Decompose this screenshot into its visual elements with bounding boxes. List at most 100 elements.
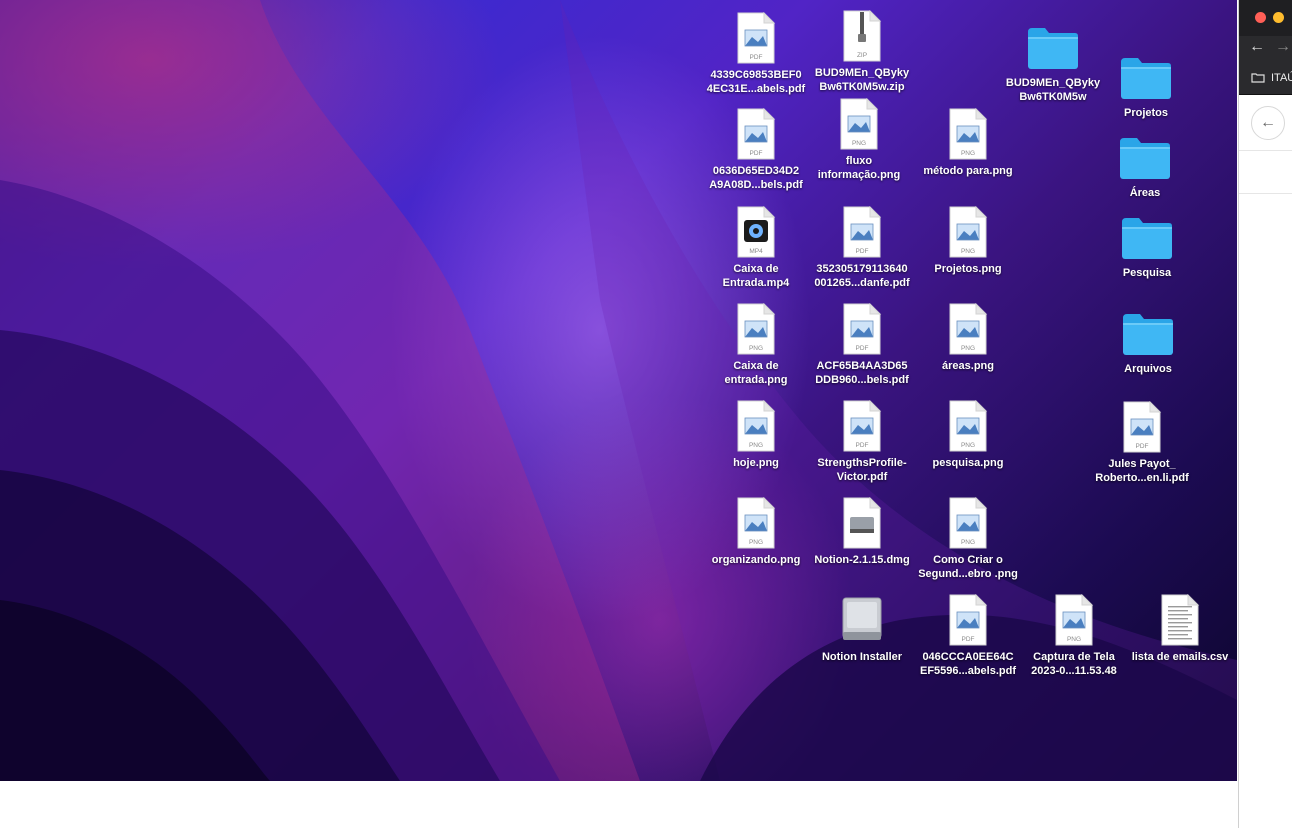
desktop-item-label: Áreas (1129, 187, 1161, 199)
back-arrow-icon: ← (1260, 114, 1276, 131)
svg-text:ZIP: ZIP (857, 52, 867, 59)
svg-text:PNG: PNG (961, 442, 975, 449)
folder-icon (1117, 126, 1173, 182)
desktop-file[interactable]: PDF 0636D65ED34D2 A9A08D...bels.pdf (704, 104, 808, 192)
desktop-item-label: organizando.png (711, 554, 801, 566)
desktop-file[interactable]: PDF 352305179113640 001265...danfe.pdf (810, 202, 914, 290)
desktop-file[interactable]: PNG hoje.png (704, 396, 808, 470)
dmg-file-icon (842, 493, 882, 549)
desktop-file[interactable]: Notion Installer (810, 590, 914, 664)
browser-titlebar (1239, 0, 1292, 36)
csv-file-icon (1160, 590, 1200, 646)
desktop-folder[interactable]: Arquivos (1096, 302, 1200, 376)
desktop-item-label: BUD9MEn_QByky Bw6TK0M5w (1005, 77, 1101, 103)
svg-text:PDF: PDF (750, 54, 763, 61)
folder-icon (1118, 46, 1174, 102)
desktop-folder[interactable]: Projetos (1094, 46, 1198, 120)
png-file-icon: PNG (948, 396, 988, 452)
desktop-item-label: BUD9MEn_QByky Bw6TK0M5w.zip (814, 67, 910, 93)
desktop-folder[interactable]: Áreas (1093, 126, 1197, 200)
desktop-item-label: Projetos.png (934, 263, 1002, 275)
desktop-file[interactable]: PNG Como Criar o Segund...ebro .png (916, 493, 1020, 581)
close-window-button[interactable] (1255, 12, 1266, 23)
desktop-item-label: 0636D65ED34D2 A9A08D...bels.pdf (709, 165, 803, 191)
pdf-file-icon: PDF (1122, 397, 1162, 453)
desktop-item-label: 352305179113640 001265...danfe.pdf (814, 263, 910, 289)
png-file-icon: PNG (948, 104, 988, 160)
svg-text:PDF: PDF (1136, 443, 1149, 450)
desktop-item-label: 046CCCA0EE64C EF5596...abels.pdf (920, 651, 1016, 677)
desktop-file[interactable]: PNG fluxo informação.png (807, 94, 911, 182)
png-file-icon: PNG (736, 493, 776, 549)
svg-text:MP4: MP4 (749, 248, 763, 255)
pdf-file-icon: PDF (736, 8, 776, 64)
svg-text:PNG: PNG (749, 539, 763, 546)
desktop-file[interactable]: PNG método para.png (916, 104, 1020, 178)
page-back-button[interactable]: ← (1251, 106, 1285, 140)
desktop-file[interactable]: PNG pesquisa.png (916, 396, 1020, 470)
zip-file-icon: ZIP (842, 6, 882, 62)
desktop-file[interactable]: PDF ACF65B4AA3D65 DDB960...bels.pdf (810, 299, 914, 387)
png-file-icon: PNG (948, 493, 988, 549)
svg-text:PNG: PNG (961, 248, 975, 255)
svg-text:PNG: PNG (961, 150, 975, 157)
disk-drive-icon (835, 590, 889, 646)
folder-icon (1025, 16, 1081, 72)
desktop-item-label: Notion-2.1.15.dmg (814, 554, 910, 566)
svg-text:PDF: PDF (856, 345, 869, 352)
desktop-file[interactable]: lista de emails.csv (1128, 590, 1232, 664)
desktop-item-label: ACF65B4AA3D65 DDB960...bels.pdf (815, 360, 909, 386)
svg-text:PNG: PNG (961, 539, 975, 546)
desktop-file[interactable]: PDF Jules Payot_ Roberto...en.li.pdf (1090, 397, 1194, 485)
desktop-item-label: Pesquisa (1122, 267, 1172, 279)
browser-toolbar: ← → (1239, 36, 1292, 60)
svg-text:PDF: PDF (856, 442, 869, 449)
pdf-file-icon: PDF (948, 590, 988, 646)
browser-window-edge: ← → ITAÚ ← (1238, 0, 1292, 828)
desktop-file[interactable]: PNG Projetos.png (916, 202, 1020, 276)
forward-arrow-icon[interactable]: → (1275, 38, 1291, 56)
desktop-item-label: Jules Payot_ Roberto...en.li.pdf (1095, 458, 1189, 484)
desktop-file[interactable]: PNG Captura de Tela 2023-0...11.53.48 (1022, 590, 1126, 678)
desktop-file[interactable]: PDF 046CCCA0EE64C EF5596...abels.pdf (916, 590, 1020, 678)
svg-text:PNG: PNG (1067, 636, 1081, 643)
desktop-item-label: Caixa de entrada.png (724, 360, 788, 386)
back-arrow-icon[interactable]: ← (1249, 38, 1265, 56)
minimize-window-button[interactable] (1273, 12, 1284, 23)
bookmark-folder-label[interactable]: ITAÚ (1271, 72, 1292, 84)
png-file-icon: PNG (736, 299, 776, 355)
pdf-file-icon: PDF (736, 104, 776, 160)
svg-text:PDF: PDF (962, 636, 975, 643)
png-file-icon: PNG (1054, 590, 1094, 646)
desktop-item-label: áreas.png (942, 360, 994, 372)
svg-text:PNG: PNG (749, 345, 763, 352)
desktop-item-label: hoje.png (733, 457, 779, 469)
desktop-file[interactable]: Notion-2.1.15.dmg (810, 493, 914, 567)
desktop-item-label: Caixa de Entrada.mp4 (722, 263, 790, 289)
desktop-file[interactable]: PDF StrengthsProfile- Victor.pdf (810, 396, 914, 484)
desktop-item-label: Captura de Tela 2023-0...11.53.48 (1031, 651, 1117, 677)
desktop-folder[interactable]: Pesquisa (1095, 206, 1199, 280)
desktop-item-label: lista de emails.csv (1131, 651, 1229, 663)
desktop-file[interactable]: MP4 Caixa de Entrada.mp4 (704, 202, 808, 290)
desktop-file[interactable]: PNG áreas.png (916, 299, 1020, 373)
desktop-item-label: Arquivos (1124, 363, 1172, 375)
desktop-folder[interactable]: BUD9MEn_QByky Bw6TK0M5w (1001, 16, 1105, 104)
desktop-file[interactable]: PNG Caixa de entrada.png (704, 299, 808, 387)
svg-text:PDF: PDF (856, 248, 869, 255)
svg-text:PNG: PNG (852, 140, 866, 147)
svg-text:PNG: PNG (749, 442, 763, 449)
desktop-item-label: Como Criar o Segund...ebro .png (918, 554, 1018, 580)
desktop-item-label: Notion Installer (821, 651, 903, 663)
png-file-icon: PNG (948, 299, 988, 355)
desktop-file[interactable]: ZIP BUD9MEn_QByky Bw6TK0M5w.zip (810, 6, 914, 94)
desktop-item-label: pesquisa.png (932, 457, 1004, 469)
bookmarks-bar: ITAÚ (1239, 60, 1292, 95)
divider (1239, 150, 1292, 151)
svg-text:PDF: PDF (750, 150, 763, 157)
png-file-icon: PNG (736, 396, 776, 452)
pdf-file-icon: PDF (842, 299, 882, 355)
desktop-file[interactable]: PNG organizando.png (704, 493, 808, 567)
pdf-file-icon: PDF (842, 396, 882, 452)
desktop-file[interactable]: PDF 4339C69853BEF0 4EC31E...abels.pdf (704, 8, 808, 96)
